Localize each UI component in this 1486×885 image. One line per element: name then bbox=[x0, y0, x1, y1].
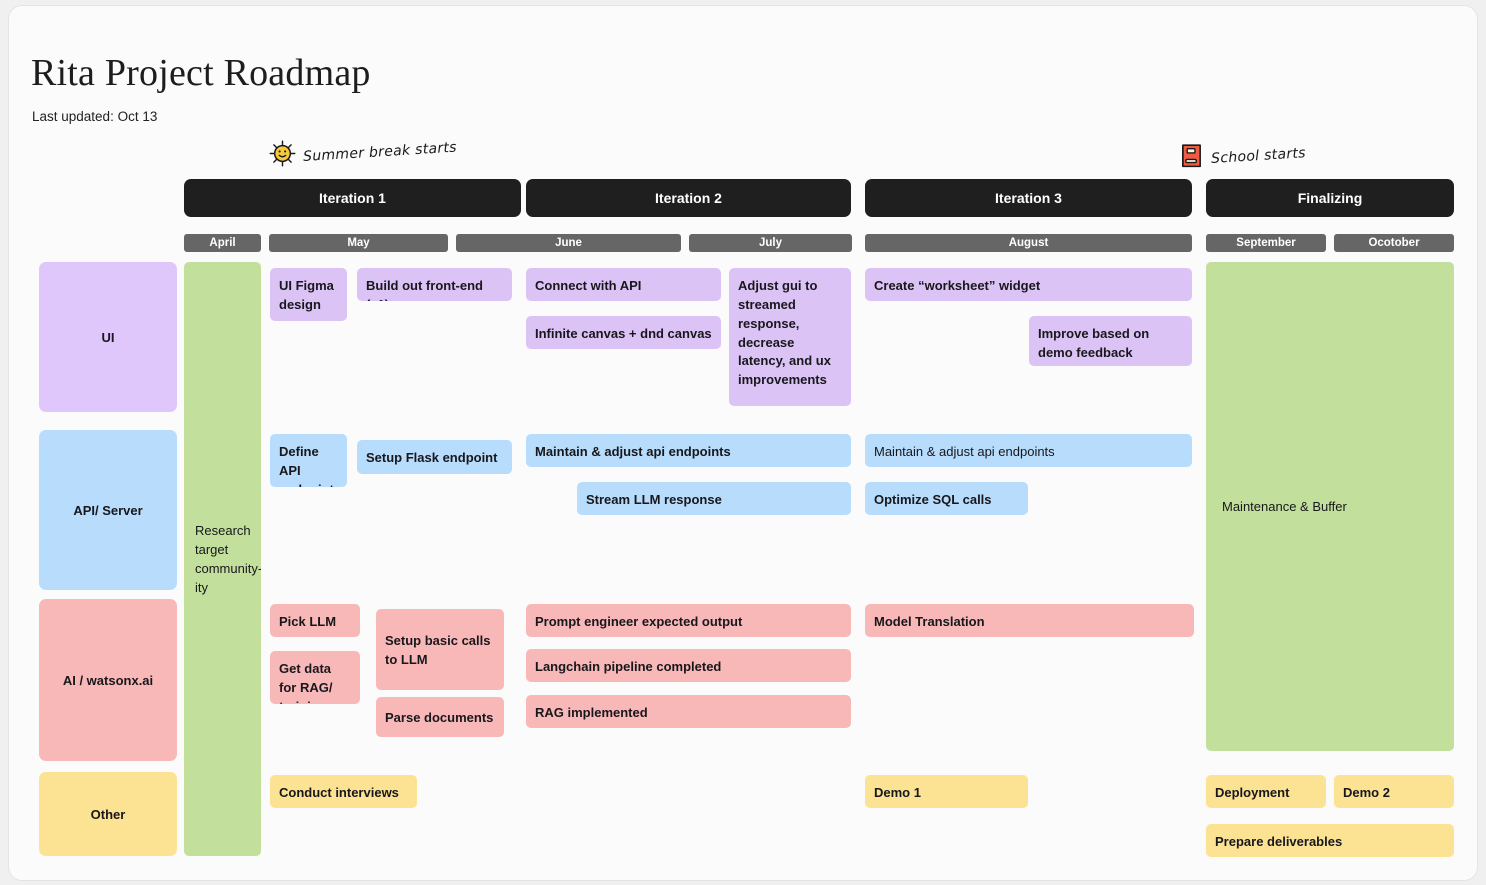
phase-bar-iteration-2[interactable]: Iteration 2 bbox=[526, 179, 851, 217]
task-demo-2[interactable]: Demo 2 bbox=[1334, 775, 1454, 808]
task-build-out-frontend-v1[interactable]: Build out front-end (v1) bbox=[357, 268, 512, 301]
month-bar-september[interactable]: September bbox=[1206, 234, 1326, 252]
task-ui-figma-design[interactable]: UI Figma design bbox=[270, 268, 347, 321]
page-title: Rita Project Roadmap bbox=[31, 52, 371, 94]
task-parse-documents[interactable]: Parse documents bbox=[376, 697, 504, 737]
task-maintain-adjust-api-endpoints-2[interactable]: Maintain & adjust api endpoints bbox=[865, 434, 1192, 467]
lane-label-api: API/ Server bbox=[39, 430, 177, 590]
lane-label-ui: UI bbox=[39, 262, 177, 412]
lane-label-other: Other bbox=[39, 772, 177, 856]
month-bar-july[interactable]: July bbox=[689, 234, 852, 252]
task-pick-llm[interactable]: Pick LLM bbox=[270, 604, 360, 637]
milestone-label: Summer break starts bbox=[302, 139, 458, 165]
task-setup-flask-endpoint[interactable]: Setup Flask endpoint bbox=[357, 440, 512, 474]
milestone-school-starts: School starts bbox=[1179, 143, 1306, 169]
month-bar-may[interactable]: May bbox=[269, 234, 448, 252]
milestone-label: School starts bbox=[1210, 145, 1307, 167]
phase-bar-iteration-3[interactable]: Iteration 3 bbox=[865, 179, 1192, 217]
task-stream-llm-response[interactable]: Stream LLM response bbox=[577, 482, 851, 515]
month-bar-june[interactable]: June bbox=[456, 234, 681, 252]
task-maintain-adjust-api-endpoints-1[interactable]: Maintain & adjust api endpoints bbox=[526, 434, 851, 467]
task-optimize-sql-calls[interactable]: Optimize SQL calls bbox=[865, 482, 1028, 515]
task-rag-implemented[interactable]: RAG implemented bbox=[526, 695, 851, 728]
task-langchain-pipeline-completed[interactable]: Langchain pipeline completed bbox=[526, 649, 851, 682]
task-prompt-engineer-expected-output[interactable]: Prompt engineer expected output bbox=[526, 604, 851, 637]
task-get-data-for-rag-training[interactable]: Get data for RAG/ training bbox=[270, 651, 360, 704]
month-bar-august[interactable]: August bbox=[865, 234, 1192, 252]
task-infinite-canvas-dnd[interactable]: Infinite canvas + dnd canvas bbox=[526, 316, 721, 349]
task-improve-based-on-demo-feedback[interactable]: Improve based on demo feedback bbox=[1029, 316, 1192, 366]
task-prepare-deliverables[interactable]: Prepare deliverables bbox=[1206, 824, 1454, 857]
task-deployment[interactable]: Deployment bbox=[1206, 775, 1326, 808]
task-define-api-endpoints[interactable]: Define API endpoints bbox=[270, 434, 347, 487]
task-connect-with-api[interactable]: Connect with API bbox=[526, 268, 721, 301]
last-updated-label: Last updated: Oct 13 bbox=[32, 109, 158, 124]
book-icon bbox=[1179, 143, 1204, 169]
phase-bar-finalizing[interactable]: Finalizing bbox=[1206, 179, 1454, 217]
task-model-translation[interactable]: Model Translation bbox=[865, 604, 1194, 637]
task-adjust-gui-streamed-response[interactable]: Adjust gui to streamed response, decreas… bbox=[729, 268, 851, 406]
task-create-worksheet-widget[interactable]: Create “worksheet” widget bbox=[865, 268, 1192, 301]
roadmap-canvas: Rita Project Roadmap Last updated: Oct 1… bbox=[8, 5, 1478, 881]
roadmap-screen: Rita Project Roadmap Last updated: Oct 1… bbox=[0, 0, 1486, 885]
sun-icon bbox=[269, 140, 296, 167]
month-bar-april[interactable]: April bbox=[184, 234, 261, 252]
phase-bar-iteration-1[interactable]: Iteration 1 bbox=[184, 179, 521, 217]
lane-label-ai: AI / watsonx.ai bbox=[39, 599, 177, 761]
task-demo-1[interactable]: Demo 1 bbox=[865, 775, 1028, 808]
task-setup-basic-calls-to-llm[interactable]: Setup basic calls to LLM bbox=[376, 609, 504, 690]
task-maintenance-buffer[interactable]: Maintenance & Buffer bbox=[1206, 262, 1454, 751]
month-bar-ocotober[interactable]: Ocotober bbox=[1334, 234, 1454, 252]
task-conduct-interviews[interactable]: Conduct interviews bbox=[270, 775, 417, 808]
task-research-target-community[interactable]: Research target community-ity bbox=[184, 262, 261, 856]
milestone-summer-break: Summer break starts bbox=[269, 139, 458, 167]
